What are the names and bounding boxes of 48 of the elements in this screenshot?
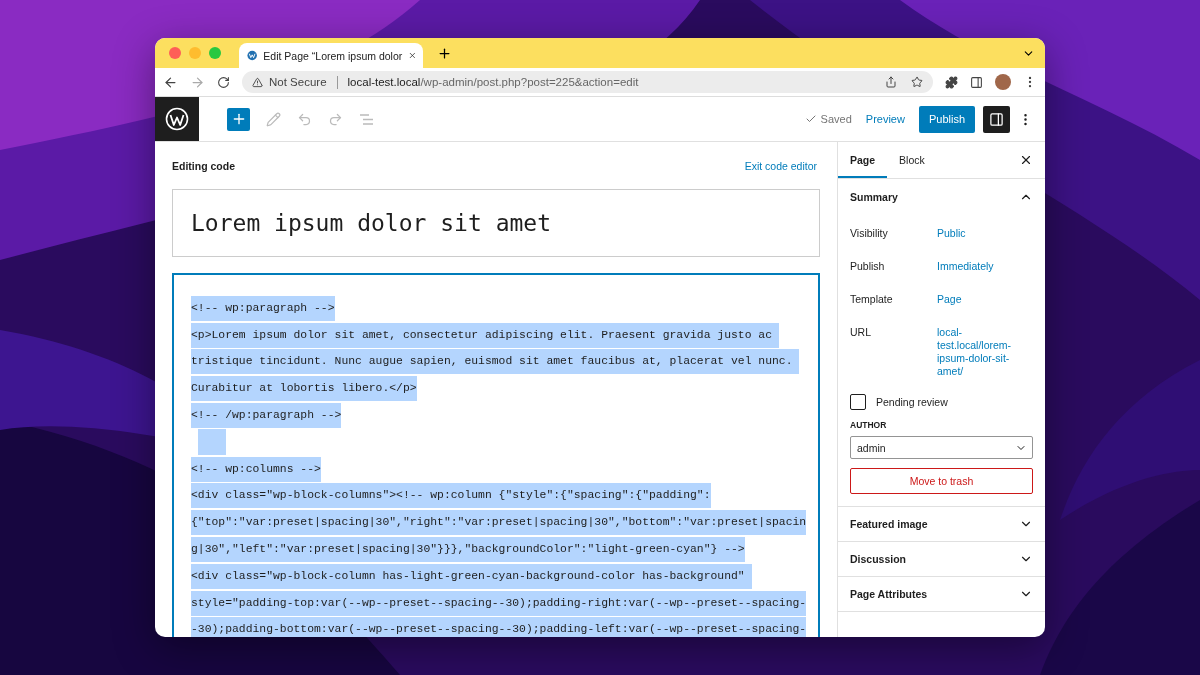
saved-label: Saved — [820, 113, 852, 125]
author-label: AUTHOR — [850, 420, 888, 430]
panel-toggle[interactable]: Page Attributes — [838, 577, 1045, 612]
editing-code-label: Editing code — [172, 160, 235, 172]
warning-icon — [252, 76, 263, 88]
publish-button[interactable]: Publish — [918, 105, 975, 133]
panel-toggle[interactable]: Featured image — [838, 507, 1045, 542]
side-panel-icon[interactable] — [970, 75, 983, 89]
summary-label: URL — [850, 326, 872, 339]
extensions-icon[interactable] — [945, 75, 958, 89]
close-icon — [1019, 153, 1033, 167]
sidebar-tab[interactable]: Page — [838, 142, 888, 178]
url-text: local-test.local/wp-admin/post.php?post=225&action=edit — [347, 76, 640, 88]
back-icon[interactable] — [163, 74, 178, 90]
new-tab-icon[interactable] — [437, 45, 452, 61]
close-tab-icon[interactable] — [408, 50, 417, 61]
title-field[interactable]: Lorem ipsum dolor sit amet — [172, 189, 820, 257]
add-block-button[interactable] — [227, 107, 250, 131]
panel-toggle[interactable]: Discussion — [838, 542, 1045, 577]
summary-label: Template — [850, 293, 894, 306]
sidebar-tab[interactable]: Block — [887, 142, 937, 178]
wordpress-logo-button[interactable] — [155, 97, 199, 141]
exit-code-editor-link[interactable]: Exit code editor — [744, 160, 817, 172]
pending-review-checkbox[interactable] — [850, 394, 866, 410]
check-icon — [804, 113, 817, 125]
summary-value-link[interactable]: Page — [937, 293, 1033, 306]
wordpress-favicon-icon — [247, 49, 258, 62]
settings-button[interactable] — [983, 105, 1010, 133]
summary-label: Visibility — [850, 227, 889, 240]
summary-panel-toggle[interactable]: Summary — [838, 179, 1045, 214]
sidebar-panel-icon — [989, 111, 1004, 127]
pending-review-label: Pending review — [876, 396, 948, 408]
preview-button[interactable]: Preview — [859, 109, 911, 129]
share-icon[interactable] — [885, 76, 897, 88]
address-bar[interactable]: Not Secure local-test.local/wp-admin/post.php?post=225&action=edit — [242, 71, 933, 93]
wordpress-logo-icon[interactable] — [165, 107, 189, 131]
reload-icon[interactable] — [217, 75, 230, 89]
move-to-trash-button[interactable]: Move to trash — [850, 468, 1033, 494]
browser-tab[interactable]: Edit Page “Lorem ipsum dolor — [239, 43, 423, 68]
profile-avatar[interactable] — [995, 74, 1011, 90]
code-editor[interactable] — [172, 273, 820, 637]
summary-label: Publish — [850, 260, 886, 273]
author-select[interactable]: admin — [850, 436, 1033, 459]
summary-value-link[interactable]: Immediately — [937, 260, 1033, 273]
security-label: Not Secure — [269, 76, 327, 88]
summary-value-link[interactable]: local-test.local/lorem-ipsum-dolor-sit-amet/ — [937, 326, 1033, 378]
bookmark-star-icon[interactable] — [911, 76, 923, 88]
summary-value-link[interactable]: Public — [937, 227, 1033, 240]
